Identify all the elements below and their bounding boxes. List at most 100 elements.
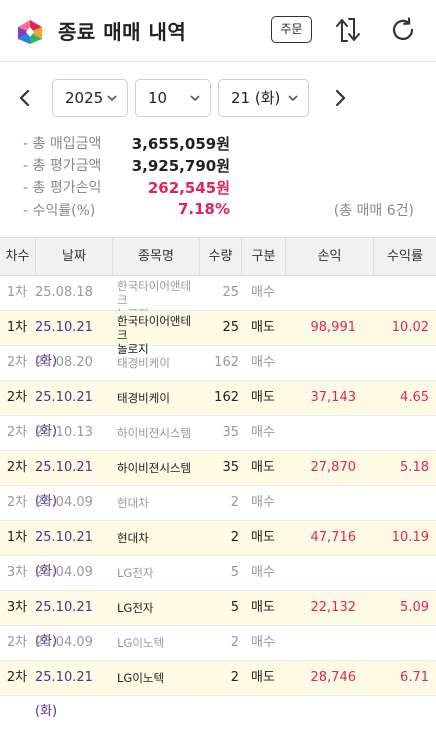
col-header-name[interactable]: 종목명: [112, 238, 199, 276]
table-row[interactable]: 1차 25.10.21 (화) 한국타이어앤테크 놀로지 25 매도 98,991 10.02: [0, 311, 436, 369]
summary-buy-label: - 총 매입금액: [23, 136, 102, 152]
summary-total-trades: (총 매매 6건): [333, 203, 414, 219]
cell-qty: 25: [222, 320, 239, 335]
chevron-down-icon: [107, 95, 117, 102]
app-logo-icon: [18, 20, 42, 44]
cell-qty: 35: [222, 460, 239, 475]
year-select[interactable]: 2025: [52, 79, 128, 117]
cell-round: 2차: [6, 425, 28, 440]
cell-round: 2차: [6, 635, 28, 650]
table-row[interactable]: 2차 25.10.13 하이비젼시스템 35 매수: [0, 416, 436, 451]
summary-eval-label: - 총 평가금액: [23, 158, 102, 174]
cell-round: 1차: [6, 320, 28, 335]
cell-qty: 25: [222, 285, 239, 300]
cell-round: 1차: [6, 530, 28, 545]
table-row[interactable]: 1차 25.08.18 한국타이어앤테크놀로지 25 매수: [0, 276, 436, 321]
chevron-left-icon[interactable]: [14, 87, 36, 109]
cell-name: LG이노텍: [117, 636, 165, 650]
summary-buy-row: - 총 매입금액 3,655,059원: [0, 133, 436, 155]
cell-type: 매수: [251, 565, 275, 580]
cell-date: 25.10.21 (화): [35, 320, 93, 369]
cell-type: 매수: [251, 425, 275, 440]
chevron-down-icon: [288, 95, 298, 102]
cell-date: 25.10.21 (화): [35, 460, 93, 509]
cell-round: 1차: [6, 285, 28, 300]
cell-rate: [360, 556, 429, 590]
cell-pnl: [286, 276, 356, 310]
table-row[interactable]: 2차 25.04.09 LG이노텍 2 매수: [0, 626, 436, 661]
cell-pnl: 37,143: [310, 390, 357, 405]
col-header-date[interactable]: 날짜: [35, 238, 112, 276]
cell-qty: 35: [222, 425, 239, 440]
cell-date: 25.04.09: [35, 565, 93, 580]
day-select[interactable]: 21 (화): [218, 79, 309, 117]
cell-pnl: [286, 486, 356, 520]
cell-qty: 2: [230, 530, 239, 545]
table-row[interactable]: 2차 25.10.21 (화) 태경비케이 162 매도 37,143 4.65: [0, 381, 436, 439]
order-button[interactable]: 주문: [271, 16, 312, 43]
cell-date: 25.08.20: [35, 355, 93, 370]
cell-rate: 4.65: [400, 390, 429, 405]
cell-pnl: [286, 626, 356, 660]
cell-rate: 5.09: [400, 600, 429, 615]
cell-date: 25.10.13: [35, 425, 93, 440]
month-select[interactable]: 10: [135, 79, 211, 117]
cell-pnl: 22,132: [310, 600, 357, 615]
cell-type: 매도: [251, 600, 275, 615]
table-row[interactable]: 3차 25.04.09 LG전자 5 매수: [0, 556, 436, 591]
cell-rate: 5.18: [400, 460, 429, 475]
cell-round: 2차: [6, 670, 28, 685]
col-header-round[interactable]: 차수: [0, 238, 35, 276]
cell-round: 3차: [6, 565, 28, 580]
cell-pnl: [286, 346, 356, 380]
cell-pnl: [286, 416, 356, 450]
cell-date: 25.04.09: [35, 635, 93, 650]
cell-qty: 162: [214, 355, 239, 370]
cell-rate: [360, 626, 429, 660]
cell-round: 2차: [6, 390, 28, 405]
cell-type: 매수: [251, 285, 275, 300]
app-header: 종료 매매 내역 주문: [0, 0, 436, 62]
summary-rate-label: - 수익률(%): [23, 203, 96, 219]
cell-name: LG전자: [117, 566, 154, 580]
cell-date: 25.10.21 (화): [35, 530, 93, 579]
cell-qty: 162: [214, 390, 239, 405]
chevron-down-icon: [190, 95, 200, 102]
chevron-right-icon[interactable]: [329, 87, 351, 109]
cell-pnl: 98,991: [310, 320, 357, 335]
swap-icon[interactable]: [333, 15, 363, 45]
col-header-rate[interactable]: 수익률: [373, 238, 436, 276]
table-row[interactable]: 3차 25.10.21 (화) LG전자 5 매도 22,132 5.09: [0, 591, 436, 649]
cell-name: 현대차: [117, 496, 149, 510]
cell-round: 2차: [6, 355, 28, 370]
cell-name: 태경비케이: [117, 391, 170, 405]
cell-rate: 10.02: [391, 320, 429, 335]
cell-qty: 5: [230, 600, 239, 615]
cell-round: 2차: [6, 460, 28, 475]
cell-name: LG전자: [117, 601, 154, 615]
cell-round: 2차: [6, 495, 28, 510]
cell-date: 25.10.21 (화): [35, 670, 93, 719]
table-row[interactable]: 2차 25.04.09 현대차 2 매수: [0, 486, 436, 521]
cell-type: 매도: [251, 460, 275, 475]
summary-eval-row: - 총 평가금액 3,925,790원: [0, 155, 436, 177]
summary-buy-value: 3,655,059원: [131, 135, 230, 153]
col-header-qty[interactable]: 수량: [199, 238, 241, 276]
cell-type: 매도: [251, 390, 275, 405]
summary-rate-row: - 수익률(%) 7.18% (총 매매 6건): [0, 200, 436, 222]
summary-pnl-label: - 총 평가손익: [23, 180, 102, 196]
cell-rate: [360, 486, 429, 520]
cell-name: 태경비케이: [117, 356, 170, 370]
cell-date: 25.04.09: [35, 495, 93, 510]
refresh-icon[interactable]: [389, 16, 417, 44]
cell-qty: 2: [230, 635, 239, 650]
table-row[interactable]: 2차 25.10.21 (화) LG이노텍 2 매도 28,746 6.71: [0, 661, 436, 719]
page-title: 종료 매매 내역: [58, 20, 187, 44]
table-row[interactable]: 1차 25.10.21 (화) 현대차 2 매도 47,716 10.19: [0, 521, 436, 579]
table-row[interactable]: 2차 25.08.20 태경비케이 162 매수: [0, 346, 436, 381]
table-row[interactable]: 2차 25.10.21 (화) 하이비젼시스템 35 매도 27,870 5.18: [0, 451, 436, 509]
col-header-type[interactable]: 구분: [241, 238, 285, 276]
cell-type: 매수: [251, 495, 275, 510]
cell-pnl: 28,746: [310, 670, 357, 685]
col-header-pnl[interactable]: 손익: [285, 238, 373, 276]
